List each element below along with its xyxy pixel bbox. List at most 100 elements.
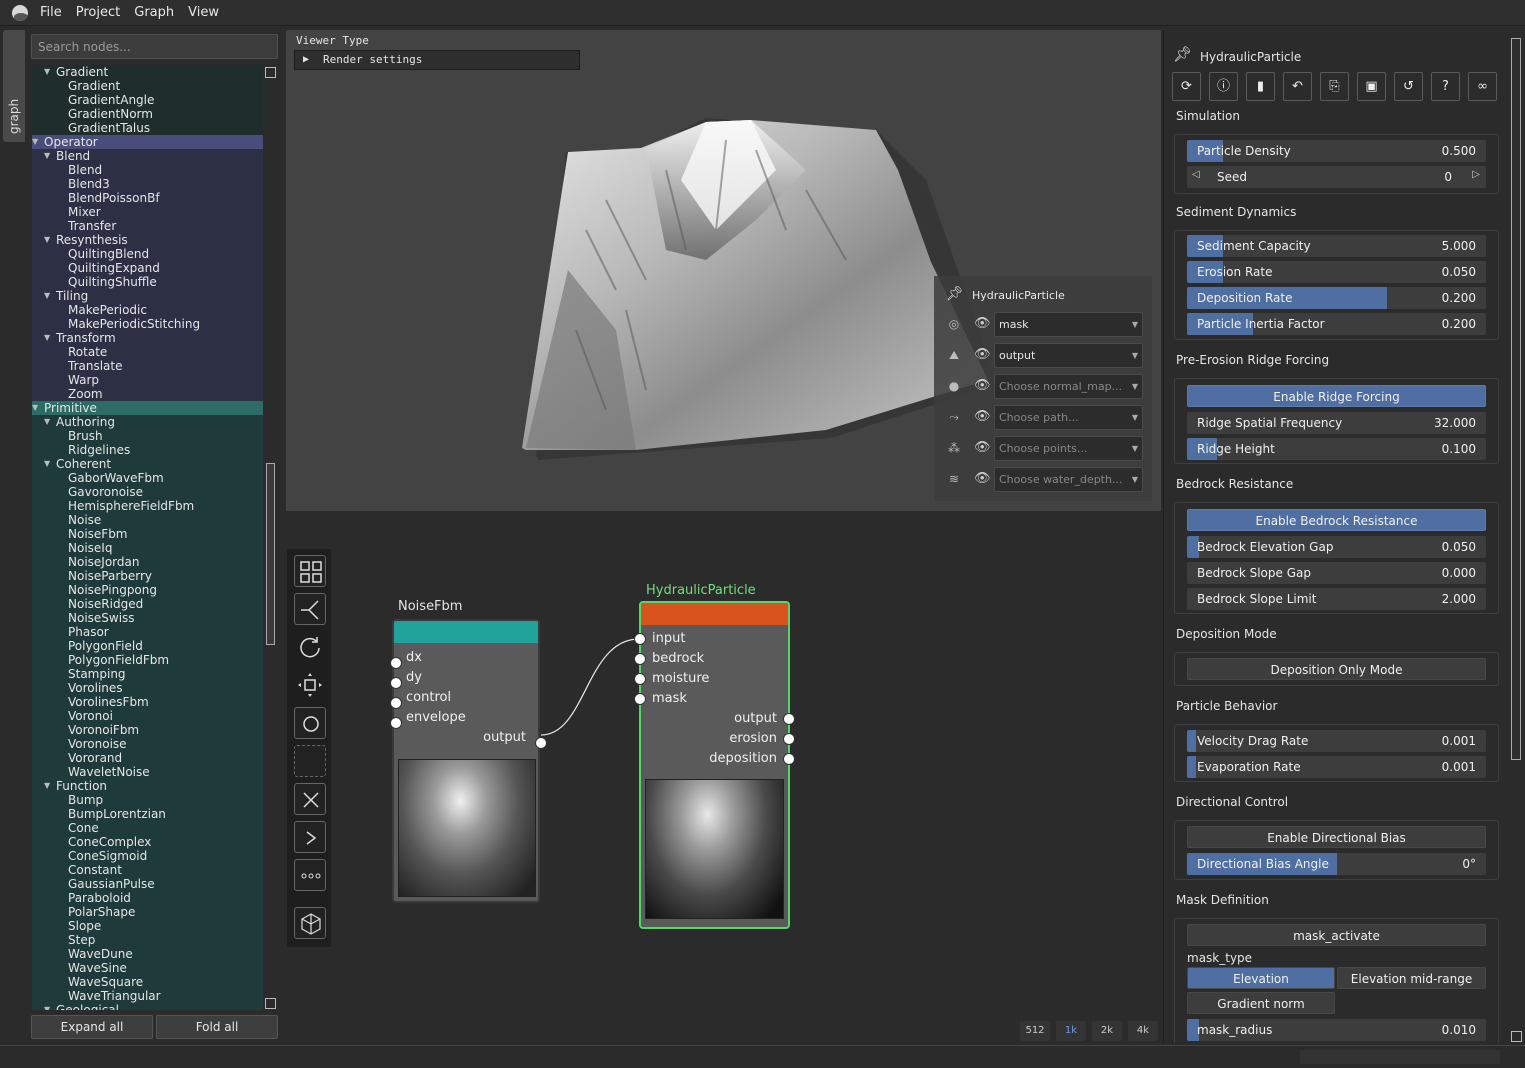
expand-arrow-icon[interactable]: ▼ <box>44 149 50 163</box>
tree-node-item[interactable]: PolygonField <box>32 639 263 653</box>
properties-scroll-down-button[interactable] <box>1511 1031 1522 1042</box>
export-file-icon[interactable]: ⎘ <box>1320 72 1349 101</box>
tree-node-item[interactable]: Step <box>32 933 263 947</box>
tree-folder[interactable]: ▼ Gradient <box>32 65 263 79</box>
deposition-rate-slider[interactable]: Deposition Rate 0.200 <box>1187 287 1486 309</box>
output-port-output[interactable] <box>535 737 547 749</box>
tree-node-item[interactable]: NoiseRidged <box>32 597 263 611</box>
eye-icon[interactable]: 👁︎ <box>974 347 991 362</box>
tree-node-item[interactable]: GradientAngle <box>32 93 263 107</box>
pin-icon[interactable]: 📌︎ <box>946 286 964 302</box>
node-hydraulic-particle[interactable]: HydraulicParticle input bedrock moisture… <box>634 581 795 931</box>
input-port-dx[interactable] <box>390 657 402 669</box>
info-icon[interactable]: ⓘ <box>1209 72 1238 101</box>
tree-node-item[interactable]: NoiseJordan <box>32 555 263 569</box>
tree-node-item[interactable]: Warp <box>32 373 263 387</box>
input-port-control[interactable] <box>390 697 402 709</box>
tree-node-item[interactable]: Cone <box>32 821 263 835</box>
layout-grid-icon[interactable] <box>294 555 326 587</box>
layer-select[interactable]: Choose points... ▼ <box>994 436 1143 461</box>
node-body[interactable]: input bedrock moisture mask output erosi… <box>639 601 790 929</box>
bedrock-slope-limit-slider[interactable]: Bedrock Slope Limit 2.000 <box>1187 588 1486 610</box>
tree-node-item[interactable]: Gavoronoise <box>32 485 263 499</box>
mask-type-elevation[interactable]: Elevation <box>1187 967 1335 989</box>
tree-folder[interactable]: ▼ Transform <box>32 331 263 345</box>
layer-select[interactable]: Choose normal_map... ▼ <box>994 374 1143 399</box>
expand-arrow-icon[interactable]: ▼ <box>44 233 50 247</box>
particle-density-slider[interactable]: Particle Density 0.500 <box>1187 140 1486 162</box>
help-icon[interactable]: ? <box>1431 72 1460 101</box>
search-nodes-input[interactable] <box>31 34 278 59</box>
evaporation-rate-slider[interactable]: Evaporation Rate 0.001 <box>1187 756 1486 778</box>
tree-node-item[interactable]: WaveDune <box>32 947 263 961</box>
more-options-icon[interactable] <box>294 859 326 891</box>
tree-node-item[interactable]: QuiltingExpand <box>32 261 263 275</box>
eye-icon[interactable]: 👁︎ <box>974 378 991 393</box>
expand-arrow-icon[interactable]: ▼ <box>32 401 38 415</box>
resolution-button-4k[interactable]: 4k <box>1128 1021 1158 1041</box>
tree-node-item[interactable]: Paraboloid <box>32 891 263 905</box>
3d-view-icon[interactable] <box>294 907 326 939</box>
input-port-moisture[interactable] <box>634 673 646 685</box>
input-port-input[interactable] <box>634 633 646 645</box>
tree-node-item[interactable]: PolygonFieldFbm <box>32 653 263 667</box>
tree-node-item[interactable]: QuiltingBlend <box>32 247 263 261</box>
tree-node-item[interactable]: MakePeriodicStitching <box>32 317 263 331</box>
tree-node-item[interactable]: GradientNorm <box>32 107 263 121</box>
mask-radius-slider[interactable]: mask_radius 0.010 <box>1187 1019 1486 1041</box>
tree-node-item[interactable]: Blend3 <box>32 177 263 191</box>
menu-file[interactable]: File <box>40 5 62 20</box>
ridge-height-slider[interactable]: Ridge Height 0.100 <box>1187 438 1486 460</box>
tree-node-item[interactable]: GaussianPulse <box>32 877 263 891</box>
tree-node-item[interactable]: PolarShape <box>32 905 263 919</box>
menu-project[interactable]: Project <box>76 5 120 20</box>
tree-node-item[interactable]: BumpLorentzian <box>32 807 263 821</box>
tree-node-item[interactable]: ConeComplex <box>32 835 263 849</box>
tree-node-item[interactable]: NoisePingpong <box>32 583 263 597</box>
tree-node-item[interactable]: Voronoi <box>32 709 263 723</box>
enable-ridge-forcing-toggle[interactable]: Enable Ridge Forcing <box>1187 385 1486 407</box>
tree-node-item[interactable]: Constant <box>32 863 263 877</box>
tree-folder[interactable]: ▼ Tiling <box>32 289 263 303</box>
eye-icon[interactable]: 👁︎ <box>974 440 991 455</box>
seed-increment-icon[interactable]: ▷ <box>1472 169 1480 180</box>
menu-graph[interactable]: Graph <box>134 5 174 20</box>
tree-node-item[interactable]: Ridgelines <box>32 443 263 457</box>
tree-node-item[interactable]: Mixer <box>32 205 263 219</box>
output-port-output[interactable] <box>783 713 795 725</box>
velocity-drag-slider[interactable]: Velocity Drag Rate 0.001 <box>1187 730 1486 752</box>
tree-node-item[interactable]: Brush <box>32 429 263 443</box>
eye-icon[interactable]: 👁︎ <box>974 316 991 331</box>
expand-arrow-icon[interactable]: ▼ <box>44 331 50 345</box>
expand-all-button[interactable]: Expand all <box>31 1015 153 1039</box>
tree-node-item[interactable]: QuiltingShuffle <box>32 275 263 289</box>
directional-bias-angle-slider[interactable]: Directional Bias Angle 0° <box>1187 853 1486 875</box>
resolution-button-512[interactable]: 512 <box>1020 1021 1050 1041</box>
tree-node-item[interactable]: Stamping <box>32 667 263 681</box>
tree-node-item[interactable]: GradientTalus <box>32 121 263 135</box>
tree-node-item[interactable]: GaborWaveFbm <box>32 471 263 485</box>
input-port-bedrock[interactable] <box>634 653 646 665</box>
tree-folder[interactable]: ▼ Operator <box>32 135 263 149</box>
pin-icon[interactable]: 📌︎ <box>1173 45 1192 63</box>
circle-tool-icon[interactable] <box>294 707 326 739</box>
layer-select[interactable]: mask ▼ <box>994 312 1143 337</box>
tree-node-item[interactable]: Translate <box>32 359 263 373</box>
resolution-button-1k[interactable]: 1k <box>1056 1021 1086 1041</box>
refresh-icon[interactable]: ⟳ <box>1172 72 1201 101</box>
expand-arrow-icon[interactable]: ▼ <box>44 289 50 303</box>
tree-scroll-thumb[interactable] <box>266 463 275 645</box>
erosion-rate-slider[interactable]: Erosion Rate 0.050 <box>1187 261 1486 283</box>
resolution-button-2k[interactable]: 2k <box>1092 1021 1122 1041</box>
input-port-dy[interactable] <box>390 677 402 689</box>
expand-arrow-icon[interactable]: ▼ <box>44 457 50 471</box>
reset-icon[interactable]: ↺ <box>1394 72 1423 101</box>
tree-node-item[interactable]: Vororand <box>32 751 263 765</box>
sediment-capacity-slider[interactable]: Sediment Capacity 5.000 <box>1187 235 1486 257</box>
enable-bedrock-toggle[interactable]: Enable Bedrock Resistance <box>1187 509 1486 531</box>
deposition-only-toggle[interactable]: Deposition Only Mode <box>1187 658 1486 680</box>
tree-folder[interactable]: ▼ Authoring <box>32 415 263 429</box>
tree-node-item[interactable]: HemisphereFieldFbm <box>32 499 263 513</box>
render-settings-collapsible[interactable]: ▶ Render settings <box>294 50 580 70</box>
tree-folder[interactable]: ▼ Resynthesis <box>32 233 263 247</box>
